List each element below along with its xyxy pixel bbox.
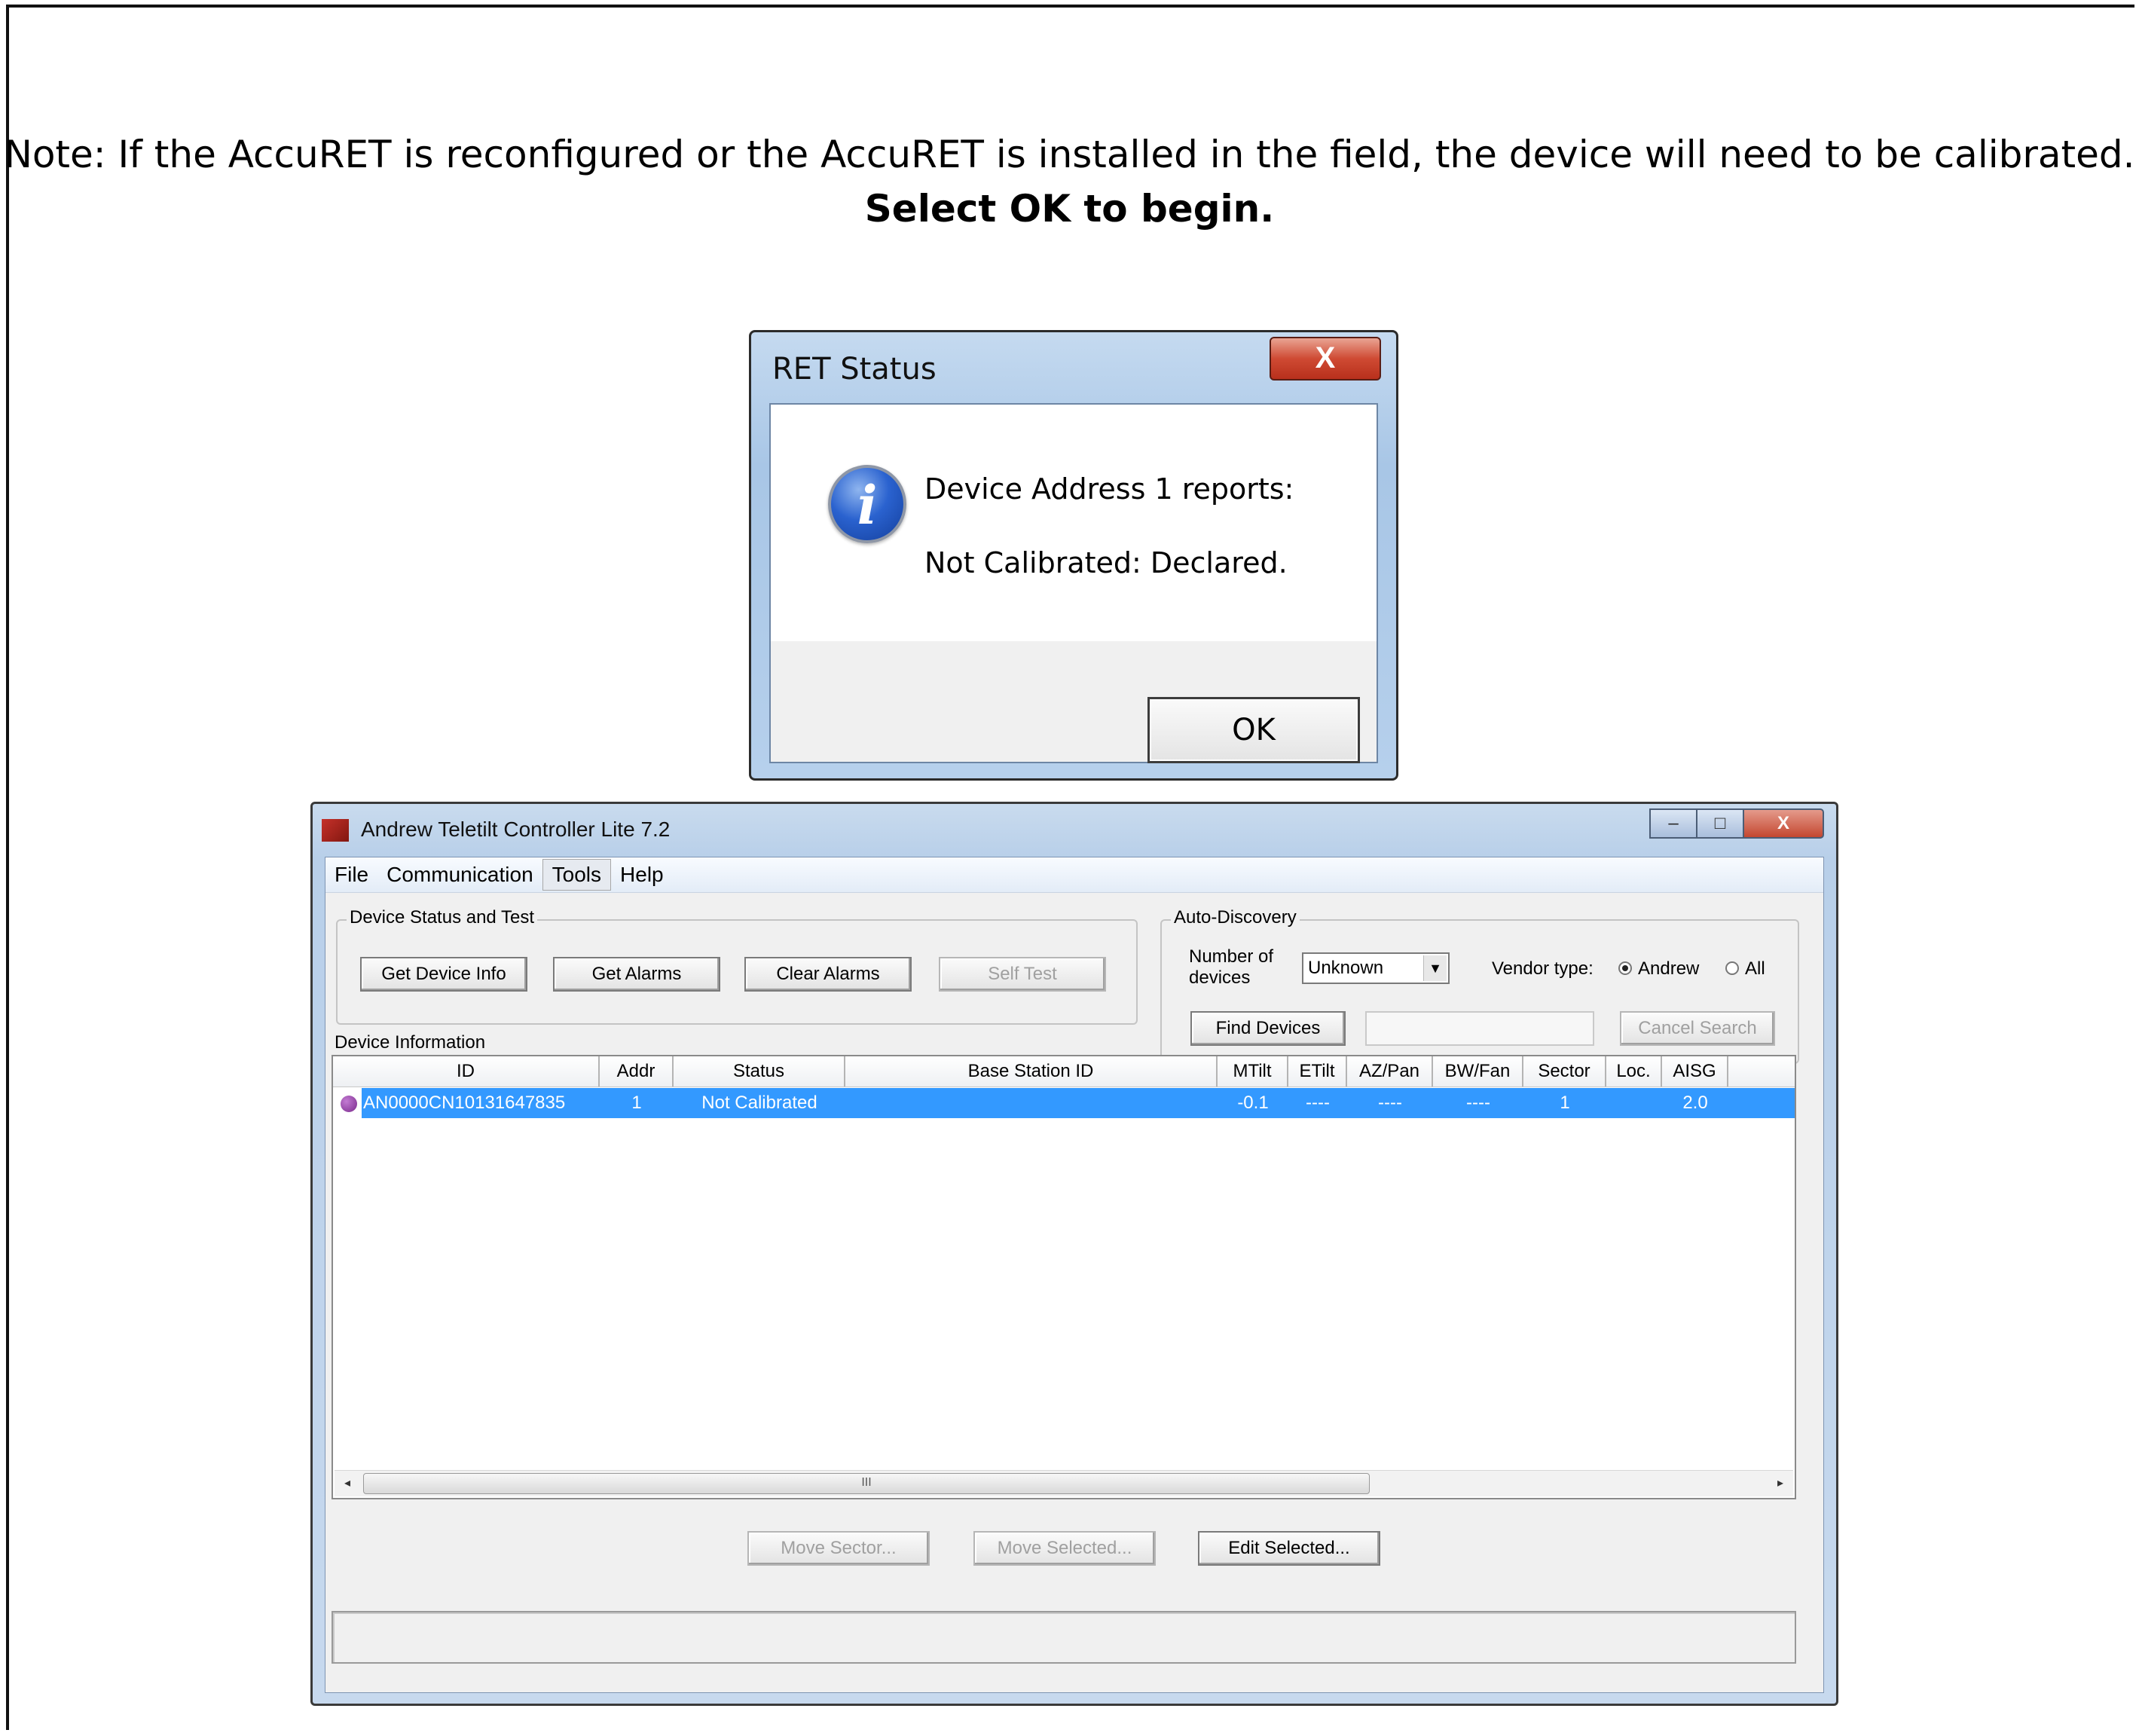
column-aisg[interactable]: AISG [1662, 1056, 1728, 1087]
minimize-button[interactable]: ‒ [1649, 808, 1697, 839]
number-of-devices-label-2: devices [1189, 967, 1251, 988]
number-of-devices-label-1: Number of [1189, 946, 1274, 967]
teletilt-controller-window: Andrew Teletilt Controller Lite 7.2 ‒ □ … [310, 802, 1838, 1706]
number-of-devices-select[interactable]: Unknown ▼ [1302, 952, 1450, 984]
cell-id: AN0000CN10131647835 [363, 1093, 566, 1113]
column-bw-fan[interactable]: BW/Fan [1433, 1056, 1523, 1087]
device-information-label: Device Information [335, 1032, 486, 1053]
get-device-info-button[interactable]: Get Device Info [360, 957, 527, 992]
menu-file[interactable]: File [325, 860, 377, 890]
device-status-group: Device Status and Test Get Device Info G… [336, 907, 1138, 1025]
cell-etilt: ---- [1306, 1093, 1330, 1113]
menu-tools[interactable]: Tools [542, 859, 612, 891]
window-title: Andrew Teletilt Controller Lite 7.2 [361, 818, 671, 841]
column-loc[interactable]: Loc. [1606, 1056, 1662, 1087]
cell-mtilt: -0.1 [1237, 1093, 1269, 1113]
dialog-body: i Device Address 1 reports: Not Calibrat… [769, 403, 1378, 763]
ret-status-dialog: RET Status X i Device Address 1 reports:… [749, 330, 1398, 781]
edit-selected-button[interactable]: Edit Selected... [1198, 1531, 1380, 1566]
get-alarms-button[interactable]: Get Alarms [553, 957, 720, 992]
cell-az-pan: ---- [1378, 1093, 1402, 1113]
cell-status: Not Calibrated [701, 1093, 817, 1113]
column-addr[interactable]: Addr [600, 1056, 674, 1087]
scroll-thumb[interactable]: III [363, 1473, 1370, 1494]
column-status[interactable]: Status [674, 1056, 845, 1087]
maximize-button[interactable]: □ [1696, 808, 1744, 839]
cell-addr: 1 [631, 1093, 642, 1113]
auto-discovery-group: Auto-Discovery Number of devices Unknown… [1160, 907, 1799, 1064]
dialog-message-area: i Device Address 1 reports: Not Calibrat… [771, 405, 1377, 641]
window-controls: ‒ □ X [1649, 808, 1824, 839]
cell-base-station-id [845, 1088, 1218, 1118]
discovery-progress-field [1365, 1011, 1594, 1046]
dialog-title: RET Status [772, 352, 937, 387]
column-mtilt[interactable]: MTilt [1218, 1056, 1288, 1087]
column-id[interactable]: ID [333, 1056, 600, 1087]
menu-help[interactable]: Help [611, 860, 673, 890]
vendor-all-radio[interactable] [1725, 961, 1739, 975]
column-etilt[interactable]: ETilt [1288, 1056, 1347, 1087]
device-status-legend: Device Status and Test [347, 907, 538, 928]
dialog-close-button[interactable]: X [1270, 337, 1381, 381]
device-list[interactable]: ID Addr Status Base Station ID MTilt ETi… [332, 1055, 1796, 1499]
auto-discovery-legend: Auto-Discovery [1171, 907, 1300, 928]
column-base-station-id[interactable]: Base Station ID [845, 1056, 1218, 1087]
menu-bar: File Communication Tools Help [325, 857, 1823, 893]
find-devices-button[interactable]: Find Devices [1190, 1011, 1346, 1046]
device-list-header: ID Addr Status Base Station ID MTilt ETi… [333, 1056, 1795, 1087]
dropdown-arrow-icon[interactable]: ▼ [1423, 955, 1447, 981]
number-of-devices-value: Unknown [1308, 958, 1384, 978]
window-client-area: File Communication Tools Help Device Sta… [325, 857, 1824, 1693]
app-logo-icon [322, 819, 349, 842]
move-selected-button[interactable]: Move Selected... [973, 1531, 1156, 1566]
column-az-pan[interactable]: AZ/Pan [1347, 1056, 1433, 1087]
scroll-left-icon[interactable]: ◂ [335, 1471, 360, 1496]
cell-bw-fan: ---- [1466, 1093, 1490, 1113]
information-icon-glyph: i [857, 474, 878, 536]
vendor-andrew-radio[interactable] [1618, 961, 1632, 975]
information-icon: i [828, 465, 906, 543]
clear-alarms-button[interactable]: Clear Alarms [744, 957, 912, 992]
menu-communication[interactable]: Communication [377, 860, 542, 890]
dialog-message-line2: Not Calibrated: Declared. [924, 546, 1288, 579]
status-bar [332, 1611, 1796, 1664]
cancel-search-button[interactable]: Cancel Search [1620, 1011, 1775, 1046]
window-close-button[interactable]: X [1743, 808, 1824, 839]
self-test-button[interactable]: Self Test [939, 957, 1106, 992]
note-text: Note: If the AccuRET is reconfigured or … [4, 133, 2135, 176]
device-status-dot-icon [341, 1096, 357, 1112]
note-instruction: Select OK to begin. [864, 187, 1275, 231]
ok-button[interactable]: OK [1147, 697, 1360, 763]
scroll-right-icon[interactable]: ▸ [1768, 1471, 1793, 1496]
horizontal-scrollbar[interactable]: ◂ III ▸ [335, 1470, 1793, 1496]
dialog-message-line1: Device Address 1 reports: [924, 472, 1294, 506]
cell-sector: 1 [1560, 1093, 1570, 1113]
vendor-andrew-label: Andrew [1638, 958, 1700, 979]
move-sector-button[interactable]: Move Sector... [747, 1531, 930, 1566]
vendor-all-label: All [1745, 958, 1765, 979]
cell-loc [1606, 1088, 1662, 1118]
column-sector[interactable]: Sector [1523, 1056, 1606, 1087]
cell-aisg: 2.0 [1682, 1093, 1708, 1113]
vendor-type-label: Vendor type: [1492, 958, 1594, 979]
